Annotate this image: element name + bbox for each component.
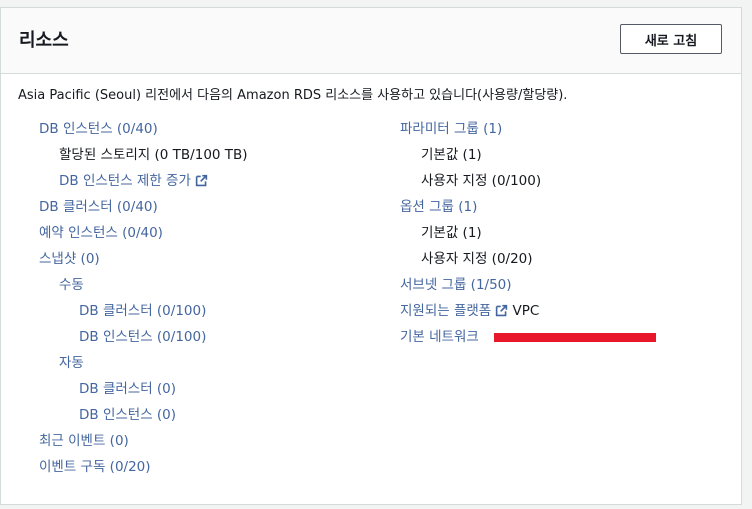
resources-panel: 리소스 새로 고침 [0, 7, 742, 505]
increase-instance-limit-label: DB 인스턴스 제한 증가 [59, 173, 191, 189]
supported-platforms-link[interactable]: 지원되는 플랫폼 [400, 303, 491, 319]
panel-title: 리소스 [19, 30, 69, 51]
refresh-button[interactable]: 새로 고침 [620, 24, 722, 54]
recent-events-link[interactable]: 최근 이벤트 (0) [39, 433, 129, 449]
auto-instance-snapshots-link[interactable]: DB 인스턴스 (0) [79, 407, 176, 423]
default-network-link[interactable]: 기본 네트워크 [400, 329, 479, 345]
reserved-instances-link[interactable]: 예약 인스턴스 (0/40) [39, 225, 163, 241]
resources-intro: Asia Pacific (Seoul) 리전에서 다음의 Amazon RDS… [18, 88, 568, 103]
external-link-icon [496, 304, 508, 317]
manual-snapshots-link[interactable]: 수동 [59, 277, 84, 293]
option-groups-link[interactable]: 옵션 그룹 (1) [400, 199, 477, 215]
snapshots-link[interactable]: 스냅샷 (0) [39, 251, 100, 267]
option-groups-custom: 사용자 지정 (0/20) [421, 251, 533, 267]
auto-cluster-snapshots-link[interactable]: DB 클러스터 (0) [79, 381, 176, 397]
increase-instance-limit-link[interactable]: DB 인스턴스 제한 증가 [59, 173, 208, 189]
external-link-icon [195, 174, 208, 187]
subnet-groups-link[interactable]: 서브넷 그룹 (1/50) [400, 277, 512, 293]
event-subscriptions-link[interactable]: 이벤트 구독 (0/20) [39, 459, 151, 475]
parameter-groups-custom: 사용자 지정 (0/100) [421, 173, 542, 189]
db-instances-link[interactable]: DB 인스턴스 (0/40) [39, 121, 158, 137]
allocated-storage-label: 할당된 스토리지 (0 TB/100 TB) [59, 147, 248, 163]
manual-cluster-snapshots-link[interactable]: DB 클러스터 (0/100) [79, 303, 206, 319]
redaction-bar [494, 333, 656, 342]
supported-platforms-row: 지원되는 플랫폼 VPC [400, 303, 539, 319]
panel-header: 리소스 새로 고침 [1, 8, 741, 74]
automated-snapshots-link[interactable]: 자동 [59, 355, 84, 371]
parameter-groups-link[interactable]: 파라미터 그룹 (1) [400, 121, 502, 137]
db-clusters-link[interactable]: DB 클러스터 (0/40) [39, 199, 158, 215]
parameter-groups-default: 기본값 (1) [421, 147, 482, 163]
option-groups-default: 기본값 (1) [421, 225, 482, 241]
manual-instance-snapshots-link[interactable]: DB 인스턴스 (0/100) [79, 329, 206, 345]
supported-platforms-value: VPC [512, 303, 540, 319]
